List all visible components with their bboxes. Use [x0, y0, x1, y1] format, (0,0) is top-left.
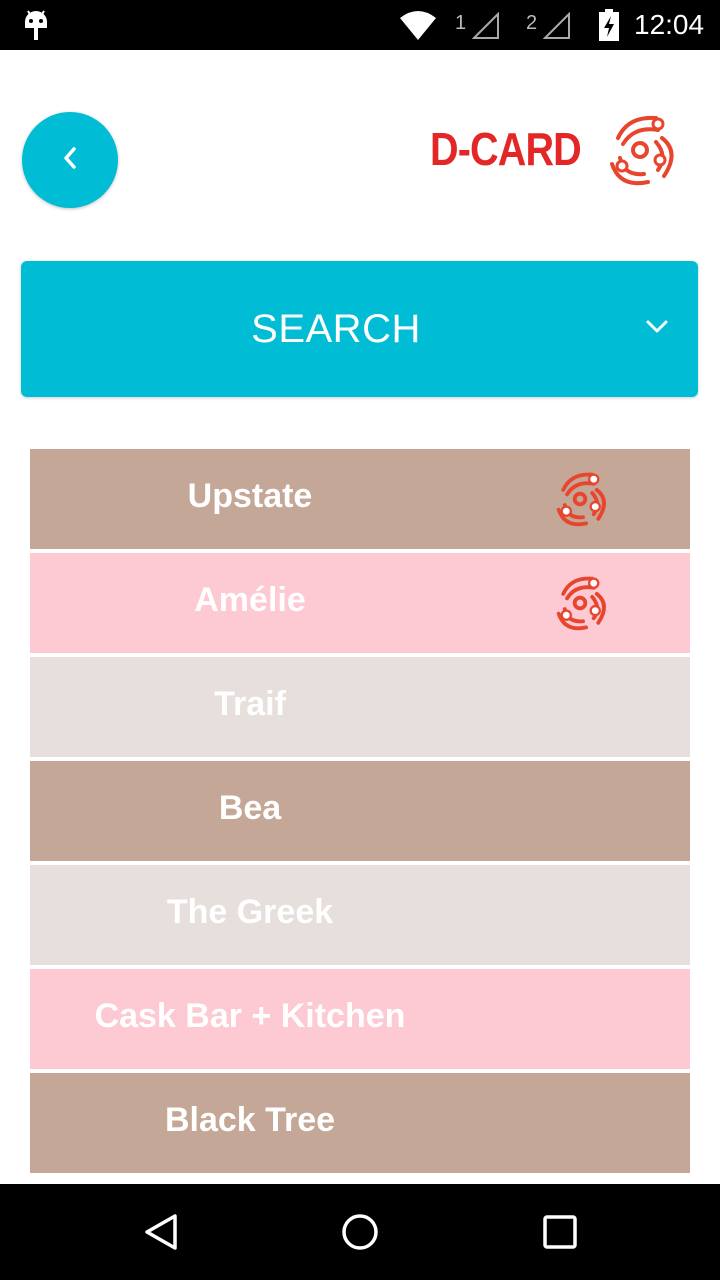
navigation-bar [0, 1184, 720, 1280]
signal-icon [471, 11, 500, 45]
dcard-swirl-icon [548, 467, 612, 536]
restaurant-list-item[interactable]: Black Tree [30, 1073, 690, 1173]
sim2-label: 2 [526, 12, 538, 34]
status-bar: 1 2 12:04 [0, 0, 720, 50]
dcard-logo: D-CARD [428, 108, 684, 194]
restaurant-name: Traif [214, 685, 286, 723]
restaurant-name: Upstate [187, 477, 313, 515]
back-button[interactable] [22, 112, 118, 208]
restaurant-name: Cask Bar + Kitchen [94, 997, 406, 1035]
wifi-icon [400, 10, 436, 45]
restaurant-list-item[interactable]: Traif [30, 657, 690, 757]
nav-home-button[interactable] [340, 1212, 380, 1252]
search-label: SEARCH [251, 307, 421, 351]
sim1-label: 1 [455, 12, 467, 34]
chevron-down-icon [645, 319, 669, 340]
restaurant-list-item[interactable]: Cask Bar + Kitchen [30, 969, 690, 1069]
signal-icon [542, 11, 571, 45]
restaurant-name: Amélie [194, 581, 306, 619]
chevron-left-icon [60, 144, 80, 177]
restaurant-list-item[interactable]: Amélie [30, 553, 690, 653]
search-dropdown[interactable]: SEARCH [21, 261, 698, 397]
restaurant-list-item[interactable]: Bea [30, 761, 690, 861]
nav-back-button[interactable] [141, 1212, 181, 1252]
logo-text: D-CARD [430, 123, 582, 175]
clock: 12:04 [634, 9, 705, 40]
restaurant-list-item[interactable]: Upstate [30, 449, 690, 549]
dcard-swirl-icon [598, 108, 682, 197]
dcard-swirl-icon [548, 571, 612, 640]
restaurant-name: The Greek [166, 893, 334, 931]
restaurant-list-item[interactable]: The Greek [30, 865, 690, 965]
battery-charging-icon [598, 9, 620, 46]
nav-recents-button[interactable] [540, 1212, 580, 1252]
restaurant-name: Black Tree [164, 1101, 336, 1139]
restaurant-name: Bea [218, 789, 282, 827]
android-icon [22, 8, 50, 47]
